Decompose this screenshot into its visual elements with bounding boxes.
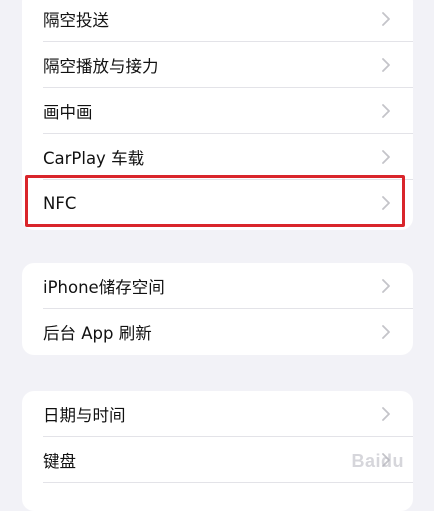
settings-row-label: NFC — [43, 193, 77, 213]
settings-row-date-time[interactable]: 日期与时间 — [22, 391, 413, 437]
settings-group-general: 隔空投送 隔空播放与接力 画中画 CarPlay 车载 NFC — [22, 0, 413, 230]
settings-row-label: 键盘 — [43, 452, 76, 471]
chevron-right-icon — [382, 12, 390, 26]
settings-row-label: 后台 App 刷新 — [43, 324, 152, 343]
settings-row-label: iPhone储存空间 — [43, 278, 165, 297]
settings-row-nfc[interactable]: NFC — [22, 180, 413, 226]
chevron-right-icon — [382, 279, 390, 293]
chevron-right-icon — [382, 104, 390, 118]
baidu-watermark: Baidu — [351, 451, 404, 471]
settings-row-picture-in-picture[interactable]: 画中画 — [22, 88, 413, 134]
settings-row-label: 隔空投送 — [43, 11, 109, 30]
settings-row-airplay-handoff[interactable]: 隔空播放与接力 — [22, 42, 413, 88]
chevron-right-icon — [382, 196, 390, 210]
chevron-right-icon — [382, 407, 390, 421]
settings-row-carplay[interactable]: CarPlay 车载 — [22, 134, 413, 180]
settings-row-iphone-storage[interactable]: iPhone储存空间 — [22, 263, 413, 309]
settings-row-label: CarPlay 车载 — [43, 149, 145, 168]
settings-row-label: 日期与时间 — [43, 406, 126, 425]
settings-row-background-app-refresh[interactable]: 后台 App 刷新 — [22, 309, 413, 355]
chevron-right-icon — [382, 58, 390, 72]
settings-row-airdrop[interactable]: 隔空投送 — [22, 0, 413, 42]
chevron-right-icon — [382, 150, 390, 164]
settings-group-storage: iPhone储存空间 后台 App 刷新 — [22, 263, 413, 355]
settings-row-label: 隔空播放与接力 — [43, 57, 159, 76]
settings-row-label: 画中画 — [43, 103, 93, 122]
chevron-right-icon — [382, 325, 390, 339]
